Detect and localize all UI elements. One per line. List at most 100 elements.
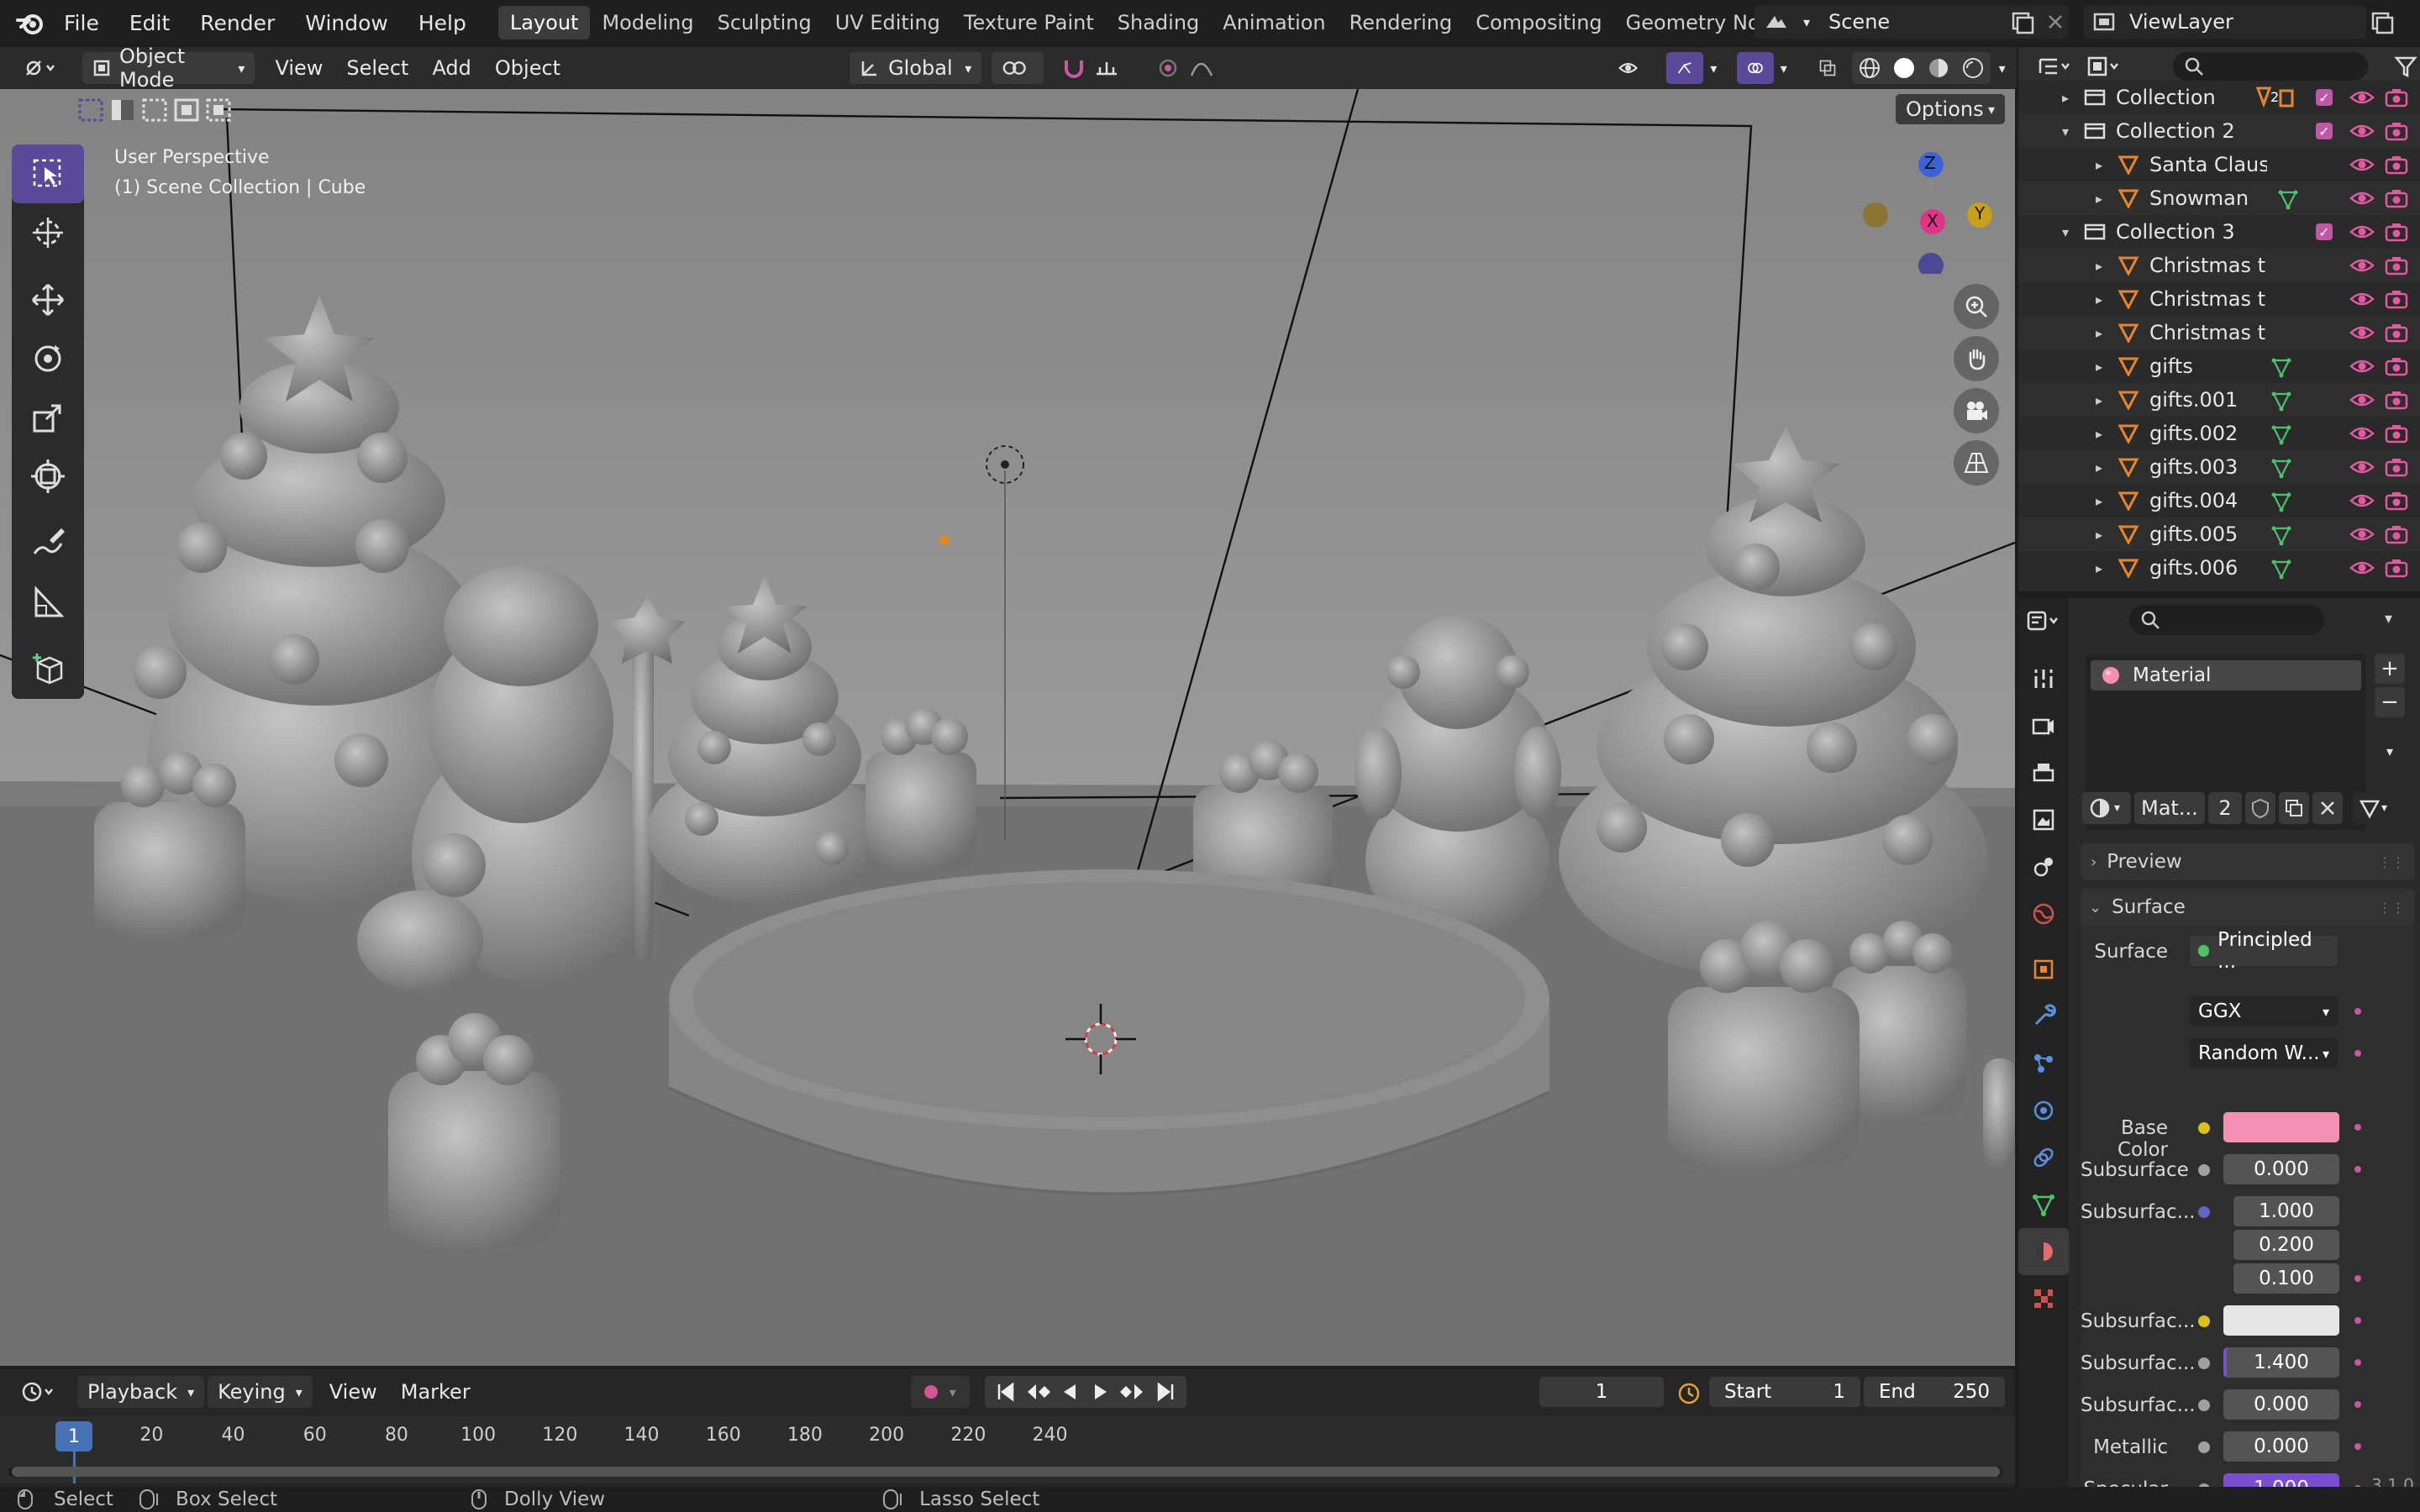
- slot-specials-button[interactable]: ▾: [2375, 736, 2405, 766]
- input-socket-icon[interactable]: [2198, 1441, 2210, 1453]
- menu-object[interactable]: Object: [483, 52, 572, 84]
- color-swatch[interactable]: [2223, 1112, 2339, 1142]
- browse-material-button[interactable]: ▾: [2082, 792, 2131, 824]
- numeric-input-field[interactable]: 0.000: [2223, 1431, 2339, 1462]
- input-socket-icon[interactable]: [2198, 1399, 2210, 1411]
- menu-file[interactable]: File: [49, 11, 114, 35]
- visibility-eye-icon[interactable]: [2349, 289, 2375, 309]
- keyframe-dot-icon[interactable]: [2354, 1166, 2361, 1173]
- camera-view-icon[interactable]: [1954, 388, 1999, 433]
- select-extend-icon[interactable]: [109, 97, 136, 123]
- render-camera-icon[interactable]: [2385, 390, 2408, 410]
- outliner-collection-row[interactable]: ▾ Collection 2 ✓: [2018, 114, 2420, 148]
- mesh-data-icon[interactable]: [2270, 524, 2292, 546]
- perspective-toggle-icon[interactable]: [1954, 440, 1999, 486]
- preview-range-icon[interactable]: [1676, 1379, 1702, 1406]
- add-cube-tool-icon[interactable]: [12, 640, 84, 699]
- frame-ruler[interactable]: 1 20 40 60 80 100 120 140 160 180 200 220 240: [0, 1416, 2015, 1483]
- render-camera-icon[interactable]: [2385, 188, 2408, 208]
- annotate-tool-icon[interactable]: [12, 514, 84, 573]
- surface-shader-button[interactable]: Principled ...: [2190, 929, 2338, 973]
- numeric-input-field[interactable]: 1.000: [2223, 1473, 2339, 1487]
- outliner-object-row[interactable]: ▸ gifts.001: [2018, 383, 2420, 417]
- render-camera-icon[interactable]: [2385, 255, 2408, 276]
- outliner-search-input[interactable]: [2173, 52, 2368, 81]
- visibility-eye-icon[interactable]: [2349, 222, 2375, 242]
- render-camera-icon[interactable]: [2385, 222, 2408, 242]
- outliner-object-row[interactable]: ▸ gifts.002: [2018, 417, 2420, 450]
- numeric-input-field[interactable]: 0.000: [2223, 1154, 2339, 1184]
- visibility-eye-icon[interactable]: [2349, 356, 2375, 376]
- overlay-toggle-icon[interactable]: [1736, 52, 1774, 84]
- transform-tool-icon[interactable]: [12, 447, 84, 506]
- outliner-collection-row[interactable]: ▸ Collection 2 ✓: [2018, 81, 2420, 114]
- input-socket-icon[interactable]: [2198, 1122, 2210, 1134]
- keyframe-dot-icon[interactable]: [2354, 1443, 2361, 1450]
- new-scene-icon[interactable]: [2010, 10, 2035, 35]
- display-mode-icon[interactable]: [2086, 55, 2123, 78]
- jump-start-icon[interactable]: [995, 1381, 1017, 1403]
- end-frame-field[interactable]: End 250: [1864, 1377, 2005, 1407]
- new-view-layer-icon[interactable]: [2370, 10, 2395, 35]
- visibility-eye-icon[interactable]: [2349, 87, 2375, 108]
- particles-tab-icon[interactable]: [2018, 1040, 2069, 1087]
- select-subtract-icon[interactable]: [141, 97, 168, 123]
- expand-arrow-right-icon[interactable]: ▸: [2096, 459, 2102, 475]
- timeline-view-menu[interactable]: View: [318, 1376, 389, 1408]
- menu-select[interactable]: Select: [334, 52, 420, 84]
- scene-tab-icon[interactable]: [2018, 843, 2069, 890]
- menu-help[interactable]: Help: [403, 11, 481, 35]
- view-layer-tab-icon[interactable]: [2018, 796, 2069, 843]
- visibility-eye-icon[interactable]: [2349, 323, 2375, 343]
- 3d-viewport[interactable]: Options ▾ User Perspective (1) Scene Coll…: [0, 89, 2015, 1366]
- tab-sculpting[interactable]: Sculpting: [706, 6, 823, 39]
- expand-arrow-right-icon[interactable]: ▸: [2096, 426, 2102, 442]
- preview-panel-header[interactable]: › Preview ⋮⋮: [2081, 843, 2415, 880]
- next-keyframe-icon[interactable]: [1120, 1381, 1145, 1403]
- select-new-icon[interactable]: [77, 97, 104, 123]
- remove-slot-button[interactable]: −: [2375, 687, 2405, 717]
- link-type-dropdown[interactable]: ▾: [2353, 792, 2402, 824]
- mesh-data-icon[interactable]: [2270, 423, 2292, 445]
- mesh-data-icon[interactable]: [2270, 491, 2292, 512]
- menu-edit[interactable]: Edit: [114, 11, 185, 35]
- expand-arrow-right-icon[interactable]: ▸: [2096, 325, 2102, 341]
- surface-panel-header[interactable]: ⌄ Surface ⋮⋮: [2081, 889, 2415, 926]
- delete-scene-icon[interactable]: [2044, 10, 2067, 34]
- distribution-dropdown[interactable]: GGX ▾: [2190, 996, 2338, 1026]
- shading-mode-group[interactable]: [1852, 52, 1991, 84]
- render-camera-icon[interactable]: [2385, 423, 2408, 444]
- gizmo-dropdown[interactable]: ▾: [1707, 52, 1728, 84]
- prev-keyframe-icon[interactable]: [1025, 1381, 1051, 1403]
- expand-arrow-right-icon[interactable]: ▸: [2096, 392, 2102, 408]
- vector-component-field[interactable]: 1.000: [2233, 1196, 2339, 1226]
- tab-layout[interactable]: Layout: [497, 6, 591, 39]
- view-layer-selector[interactable]: ViewLayer: [2084, 5, 2366, 39]
- current-frame-field[interactable]: 1: [1539, 1377, 1664, 1407]
- proportional-edit-icon[interactable]: [1157, 57, 1179, 79]
- keyframe-dot-icon[interactable]: [2354, 1275, 2361, 1282]
- menu-view[interactable]: View: [263, 52, 334, 84]
- pivot-point-dropdown[interactable]: [992, 52, 1044, 84]
- visibility-eye-icon[interactable]: [2349, 457, 2375, 477]
- properties-editor-icon[interactable]: [2018, 598, 2069, 643]
- keyframe-dot-icon[interactable]: [2354, 1124, 2361, 1131]
- visibility-eye-icon[interactable]: [2349, 423, 2375, 444]
- modifier-tab-icon[interactable]: [2018, 993, 2069, 1040]
- render-camera-icon[interactable]: [2385, 491, 2408, 511]
- transform-orientation-dropdown[interactable]: Global ▾: [850, 52, 982, 84]
- material-name-field[interactable]: Mat...: [2134, 792, 2205, 824]
- xray-toggle-icon[interactable]: [1808, 52, 1848, 84]
- measure-tool-icon[interactable]: [12, 573, 84, 632]
- expand-arrow-down-icon[interactable]: ▾: [2062, 123, 2069, 139]
- proportional-editing-group[interactable]: [1147, 52, 1222, 84]
- visibility-dropdown[interactable]: [1607, 52, 1659, 84]
- distribution-keyframe-icon[interactable]: [2354, 1008, 2361, 1015]
- visibility-eye-icon[interactable]: [2349, 255, 2375, 276]
- expand-arrow-right-icon[interactable]: ▸: [2096, 527, 2102, 543]
- render-camera-icon[interactable]: [2385, 524, 2408, 544]
- render-camera-icon[interactable]: [2385, 356, 2408, 376]
- data-tab-icon[interactable]: [2018, 1181, 2069, 1228]
- marker-menu[interactable]: Marker: [389, 1376, 482, 1408]
- material-tab-icon[interactable]: [2018, 1228, 2069, 1275]
